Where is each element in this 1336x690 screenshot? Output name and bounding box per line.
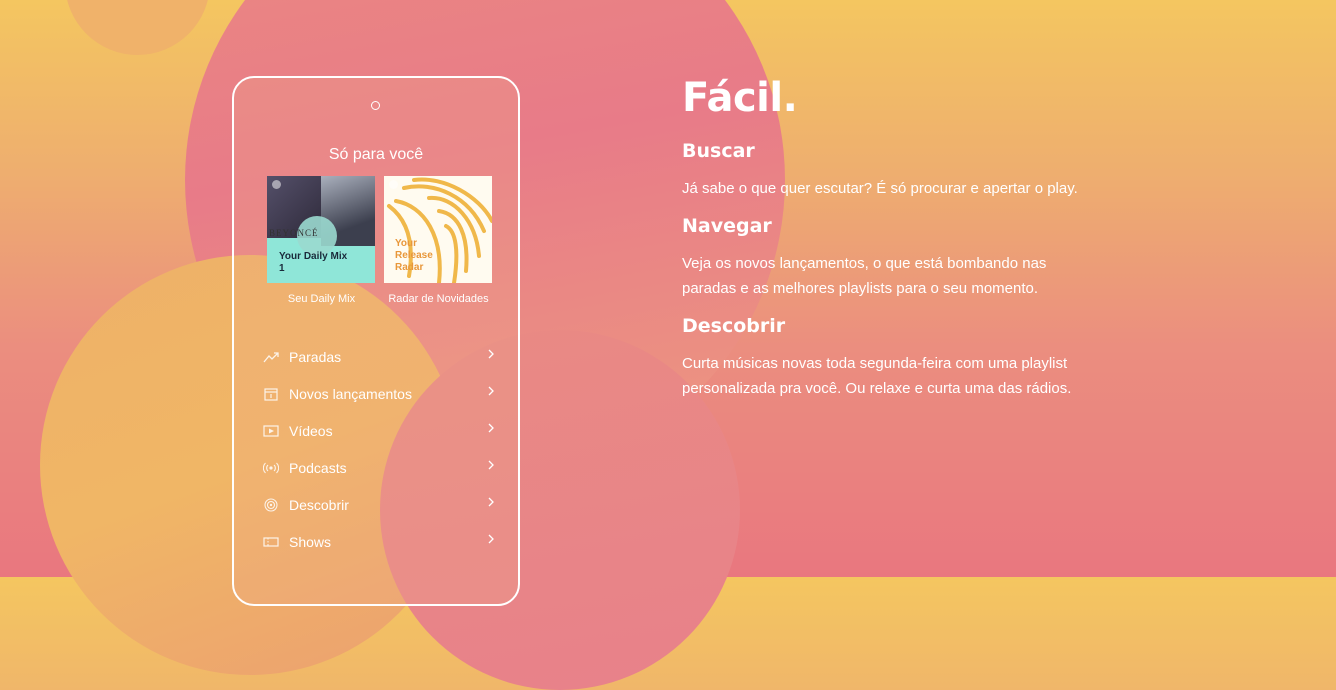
cover-caption: Radar de Novidades — [388, 293, 489, 305]
podcast-icon — [262, 459, 280, 477]
menu-item-shows[interactable]: Shows — [262, 523, 494, 560]
phone-camera — [371, 101, 380, 110]
cover-title: Your Release Radar — [395, 238, 433, 273]
cover-caption: Seu Daily Mix — [287, 293, 356, 305]
chevron-right-icon — [484, 423, 494, 433]
page-title: Fácil. — [682, 75, 798, 121]
chevron-right-icon — [484, 460, 494, 470]
playlist-cover-release-radar[interactable]: Your Release Radar — [384, 176, 492, 283]
decorative-blob — [65, 0, 210, 55]
video-icon — [262, 422, 280, 440]
feature-text: Já sabe o que quer escutar? É só procura… — [682, 180, 1078, 197]
menu-item-label: Vídeos — [289, 422, 333, 439]
menu-item-paradas[interactable]: Paradas — [262, 338, 494, 375]
ticket-icon — [262, 533, 280, 551]
spotify-logo-icon — [389, 180, 398, 189]
feature-text: Curta músicas novas toda segunda-feira c… — [682, 355, 1072, 397]
menu-item-label: Podcasts — [289, 459, 347, 476]
discover-icon — [262, 496, 280, 514]
browse-menu: Paradas Novos lançamentos Vídeos Podcast… — [262, 338, 494, 560]
spotify-logo-icon — [272, 180, 281, 189]
menu-item-label: Descobrir — [289, 496, 349, 513]
menu-item-label: Shows — [289, 533, 332, 550]
chevron-right-icon — [484, 497, 494, 507]
feature-section-navegar: Navegar Veja os novos lançamentos, o que… — [682, 215, 1092, 301]
playlist-cover-daily-mix[interactable]: BEYONCÉ Your Daily Mix 1 — [267, 176, 375, 283]
calendar-icon — [262, 385, 280, 403]
chevron-right-icon — [484, 386, 494, 396]
phone-mockup: Só para você BEYONCÉ Your Daily Mix 1 Yo… — [232, 76, 520, 606]
feature-description: Fácil. Buscar Já sabe o que quer escutar… — [682, 74, 1092, 415]
trending-icon — [262, 348, 280, 366]
menu-item-podcasts[interactable]: Podcasts — [262, 449, 494, 486]
cover-artist-text: BEYONCÉ — [269, 228, 319, 238]
feature-text: Veja os novos lançamentos, o que está bo… — [682, 255, 1047, 297]
feature-title: Buscar — [682, 140, 755, 162]
chevron-right-icon — [484, 349, 494, 359]
menu-item-novos-lancamentos[interactable]: Novos lançamentos — [262, 375, 494, 412]
menu-item-descobrir[interactable]: Descobrir — [262, 486, 494, 523]
cover-title: Your Daily Mix 1 — [279, 251, 348, 274]
feature-section-descobrir: Descobrir Curta músicas novas toda segun… — [682, 315, 1092, 401]
feature-title: Navegar — [682, 215, 772, 237]
feature-title: Descobrir — [682, 315, 786, 337]
menu-item-label: Novos lançamentos — [289, 385, 412, 402]
chevron-right-icon — [484, 534, 494, 544]
feature-section-buscar: Buscar Já sabe o que quer escutar? É só … — [682, 140, 1092, 201]
menu-item-label: Paradas — [289, 348, 342, 365]
section-title: Só para você — [328, 146, 424, 163]
menu-item-videos[interactable]: Vídeos — [262, 412, 494, 449]
